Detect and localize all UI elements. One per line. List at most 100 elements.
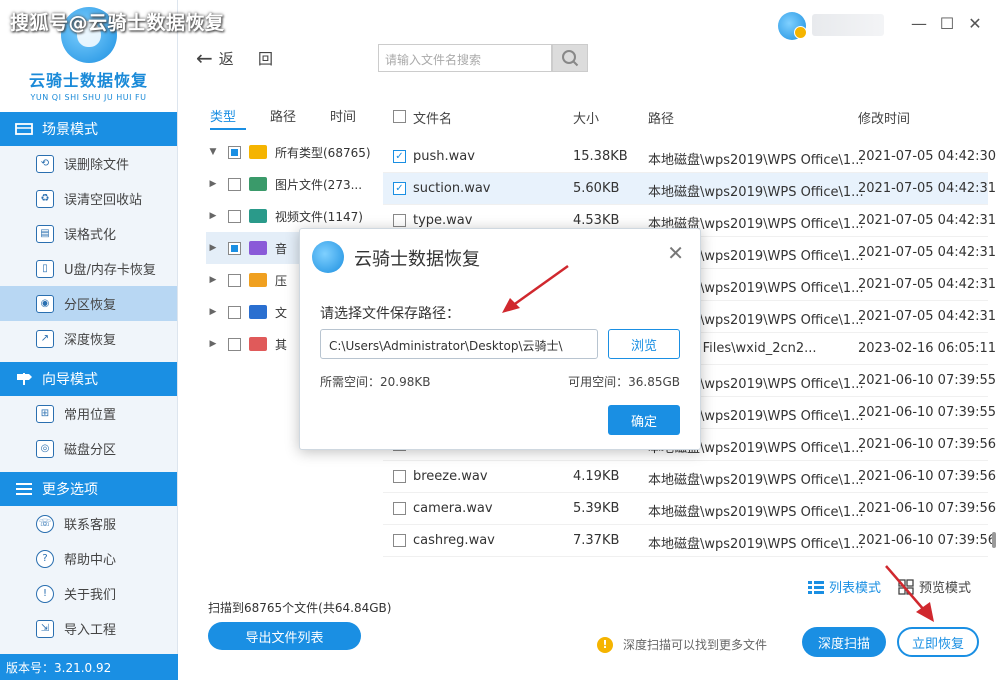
row-checkbox[interactable] [393, 214, 406, 227]
sidebar-item-about[interactable]: ! 关于我们 [0, 576, 177, 611]
table-row[interactable]: cashreg.wav 7.37KB 本地磁盘\wps2019\WPS Office… [383, 525, 996, 557]
sidebar-item-contact-support[interactable]: ☏ 联系客服 [0, 506, 177, 541]
section-more-options[interactable]: 更多选项 [0, 472, 177, 506]
close-window-button[interactable]: ✕ [964, 12, 986, 34]
sidebar-item-common-locations[interactable]: ⊞ 常用位置 [0, 396, 177, 431]
section-scene-mode[interactable]: 场景模式 [0, 112, 177, 146]
other-icon [249, 337, 267, 351]
sidebar-item-disk-partition[interactable]: ◎ 磁盘分区 [0, 431, 177, 466]
minimize-button[interactable]: — [908, 12, 930, 34]
column-size[interactable]: 大小 [573, 108, 599, 127]
expand-arrow-icon[interactable]: ▶ [206, 339, 220, 349]
sidebar-item-format[interactable]: ▤ 误格式化 [0, 216, 177, 251]
file-list-header: 文件名 大小 路径 修改时间 [383, 100, 988, 134]
tab-path[interactable]: 路径 [270, 100, 330, 130]
sidebar-item-label: 联系客服 [64, 518, 117, 533]
sidebar-item-import-project[interactable]: ⇲ 导入工程 [0, 611, 177, 646]
sidebar-item-usb-card[interactable]: ▯ U盘/内存卡恢复 [0, 251, 177, 286]
tree-checkbox[interactable] [228, 305, 241, 319]
expand-arrow-icon[interactable]: ▶ [206, 211, 220, 221]
tree-row[interactable]: ▶ 图片文件(273... [206, 168, 374, 200]
row-checkbox[interactable]: ✓ [393, 150, 406, 163]
vip-badge-icon [794, 26, 807, 39]
sidebar-item-deleted-files[interactable]: ⟲ 误删除文件 [0, 146, 177, 181]
usb-icon: ▯ [36, 259, 54, 278]
list-scrollbar[interactable] [992, 532, 996, 548]
confirm-button[interactable]: 确定 [608, 405, 680, 435]
file-size: 5.60KB [573, 181, 620, 196]
search-input[interactable]: 请输入文件名搜索 [378, 44, 552, 72]
deep-scan-button[interactable]: 深度扫描 [802, 627, 886, 657]
table-row[interactable]: camera.wav 5.39KB 本地磁盘\wps2019\WPS Office\… [383, 493, 996, 525]
row-checkbox[interactable] [393, 534, 406, 547]
tree-checkbox[interactable] [228, 145, 241, 159]
file-size: 4.53KB [573, 213, 620, 228]
sidebar-item-help-center[interactable]: ? 帮助中心 [0, 541, 177, 576]
grid-view-icon [898, 578, 914, 595]
table-row[interactable]: ✓ push.wav 15.38KB 本地磁盘\wps2019\WPS Office\… [383, 141, 996, 173]
sidebar-item-deep-recovery[interactable]: ↗ 深度恢复 [0, 321, 177, 356]
available-space: 可用空间：36.85GB [568, 375, 680, 389]
tree-label: 压 [275, 273, 288, 288]
music-icon [249, 241, 267, 255]
sidebar-item-label: 关于我们 [64, 588, 117, 603]
tree-label: 所有类型(68765) [275, 145, 371, 160]
expand-arrow-icon[interactable]: ▶ [206, 275, 220, 285]
file-modified: 2021-06-10 07:39:56 [858, 533, 997, 548]
preview-mode-toggle[interactable]: 预览模式 [898, 577, 971, 596]
sidebar-item-label: 深度恢复 [64, 333, 117, 348]
row-checkbox[interactable] [393, 470, 406, 483]
browse-button[interactable]: 浏览 [608, 329, 680, 359]
column-path[interactable]: 路径 [648, 108, 674, 127]
info-icon: ! [36, 584, 54, 603]
import-icon: ⇲ [36, 619, 54, 638]
select-all-checkbox[interactable] [393, 110, 406, 123]
search-button[interactable] [552, 44, 588, 72]
sidebar-item-label: 帮助中心 [64, 553, 117, 568]
tree-checkbox[interactable] [228, 209, 241, 223]
tree-checkbox[interactable] [228, 337, 241, 351]
recover-now-button[interactable]: 立即恢复 [897, 627, 979, 657]
sidebar-item-recycle-bin[interactable]: ♻ 误清空回收站 [0, 181, 177, 216]
row-checkbox[interactable] [393, 502, 406, 515]
tree-row[interactable]: ▼ 所有类型(68765) [206, 136, 374, 168]
section-wizard-mode[interactable]: 向导模式 [0, 362, 177, 396]
partition-disk-icon: ◉ [36, 294, 54, 313]
save-path-input[interactable]: C:\Users\Administrator\Desktop\云骑士\ [320, 329, 598, 359]
expand-arrow-icon[interactable]: ▶ [206, 243, 220, 253]
expand-arrow-icon[interactable]: ▶ [206, 307, 220, 317]
table-row[interactable]: ✓ suction.wav 5.60KB 本地磁盘\wps2019\WPS Offic… [383, 173, 996, 205]
file-path: 本地磁盘\wps2019\WPS Office\1... [648, 473, 864, 488]
column-name[interactable]: 文件名 [413, 108, 452, 127]
tree-checkbox[interactable] [228, 177, 241, 191]
file-size: 7.37KB [573, 533, 620, 548]
file-modified: 2021-06-10 07:39:55 [858, 373, 997, 388]
expand-arrow-icon[interactable]: ▶ [206, 179, 220, 189]
tree-checkbox[interactable] [228, 241, 241, 255]
file-name: type.wav [413, 213, 473, 228]
expand-arrow-icon[interactable]: ▼ [206, 147, 220, 157]
file-size: 15.38KB [573, 149, 628, 164]
format-icon: ▤ [36, 224, 54, 243]
sidebar-item-label: U盘/内存卡恢复 [64, 263, 156, 278]
column-modified[interactable]: 修改时间 [858, 108, 910, 127]
sidebar-item-partition-recovery[interactable]: ◉ 分区恢复 [0, 286, 177, 321]
export-file-list-button[interactable]: 导出文件列表 [208, 622, 361, 650]
file-modified: 2021-06-10 07:39:56 [858, 437, 997, 452]
file-path: 本地磁盘\wps2019\WPS Office\1... [648, 185, 864, 200]
tab-type[interactable]: 类型 [210, 100, 246, 130]
maximize-button[interactable]: ☐ [936, 12, 958, 34]
back-button[interactable]: ← 返 [196, 46, 234, 70]
save-path-label: 请选择文件保存路径： [320, 306, 460, 322]
tip-text: 深度扫描可以找到更多文件 [623, 638, 768, 652]
table-row[interactable]: breeze.wav 4.19KB 本地磁盘\wps2019\WPS Office\… [383, 461, 996, 493]
row-checkbox[interactable]: ✓ [393, 182, 406, 195]
section-title: 场景模式 [42, 122, 98, 138]
tab-time[interactable]: 时间 [330, 100, 390, 130]
dialog-close-button[interactable]: ✕ [667, 241, 684, 265]
return-label[interactable]: 回 [258, 48, 273, 69]
sidebar-item-label: 误清空回收站 [64, 193, 143, 208]
tree-checkbox[interactable] [228, 273, 241, 287]
list-mode-toggle[interactable]: 列表模式 [808, 577, 881, 596]
sidebar-item-label: 常用位置 [64, 408, 117, 423]
